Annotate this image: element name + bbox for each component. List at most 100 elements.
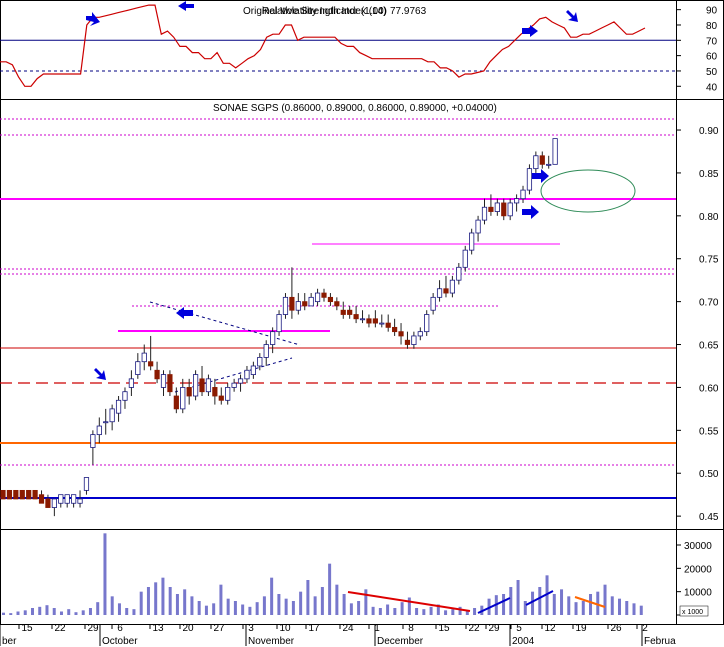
volume-bar [81,610,85,615]
candle-body [314,292,321,303]
candle [443,275,449,298]
price-title: SONAE SGPS (0.86000, 0.89000, 0.86000, 0… [213,103,497,114]
candle [347,305,353,319]
candle-body [90,434,96,448]
volume-bar [67,609,71,615]
volume-bar [400,602,404,615]
price-panel: 0.90 0.85 0.80 0.75 0.70 0.65 0.60 0.55 0.50 0.45… [0,103,719,523]
candle-body [379,322,385,325]
price-tick-label: 0.90 [699,126,719,137]
candle [411,331,417,349]
x-day-label: 19 [575,623,587,634]
volume-tick-label: 30000 [684,541,712,552]
candle [417,327,423,341]
volume-bar [146,587,150,615]
candle-body [51,498,57,508]
volume-bar [219,584,223,615]
candle [385,314,391,332]
candle-body [64,494,70,504]
volume-bar [2,612,5,615]
volume-bar [552,594,556,615]
candle [180,378,186,414]
candle [167,370,173,397]
candle-body [456,266,462,281]
volume-bar [393,608,397,615]
candle [539,151,545,169]
rsi-line [0,4,646,87]
volume-bar [96,602,100,615]
candle-body [96,425,102,436]
volume-bar [349,603,353,615]
candle-body [462,249,468,268]
x-day-label: 27 [213,623,225,634]
candle-body [160,374,167,388]
candle-body [212,387,218,397]
x-axis: 15 22 29 6 13 20 27 3 10 17 24 1 8 15 22 29 5 12 19 26 2ber O… [0,623,676,647]
candle-body [533,155,539,170]
candle [404,331,411,349]
candle-body [507,202,513,217]
volume-bar [523,601,527,615]
volume-bar [183,589,187,615]
volume-bar [291,601,295,615]
volume-bar [473,608,477,615]
rsi-tick-label: 90 [706,6,718,17]
x-month-label: December [377,636,424,647]
candle-body [257,356,263,367]
volume-bar [161,577,165,615]
volume-bar [386,604,390,615]
volume-bar [59,611,63,615]
volume-bar [415,608,419,615]
volume-bar [204,605,208,615]
candle-body [58,494,64,504]
candle-body [340,309,346,315]
arrow-right-icon [522,25,538,37]
candle-body [385,322,391,328]
volume-bar [168,587,172,615]
candle [90,430,96,465]
volume-bar [320,587,324,615]
candle-body [77,498,83,504]
candle-body [295,301,301,311]
volume-tick-label: 20000 [684,564,712,575]
candle-body [19,489,25,500]
support-resistance-lines [0,169,676,499]
rsi-panel: 908070605040 Original Volatility Indicat… [0,1,718,93]
candle-body [45,498,51,508]
volume-bar [603,584,607,615]
candle [372,310,378,328]
volume-bar [74,612,78,615]
candle [507,198,513,221]
consolidation-ellipse [540,169,636,213]
candle-body [192,374,199,397]
volume-bar [212,603,216,615]
volume-bar [509,587,513,615]
candle [327,293,334,306]
candle-body [276,314,282,333]
candle [276,310,282,336]
candle-body [469,232,475,251]
volume-bar [313,596,317,615]
candle-body [552,138,558,165]
candle [122,387,128,409]
candle-body [282,296,289,315]
candle-body [109,408,115,423]
rsi-y-axis: 90 80 70 60 50 40 [676,6,718,93]
candle [192,370,199,401]
candle [231,378,237,392]
candle [469,228,475,255]
candle [244,365,250,384]
price-tick-label: 0.45 [699,512,719,523]
volume-bar [117,603,121,615]
x-day-label: 29 [87,623,99,634]
candle-body [205,378,212,393]
candle-body [430,296,436,311]
candle [456,263,462,285]
candle-body [308,296,314,307]
candle-body [539,155,545,165]
candle [449,275,456,298]
volume-bar [16,611,20,615]
candle-body [327,296,334,303]
candle [436,280,443,302]
volume-bar [516,580,520,615]
